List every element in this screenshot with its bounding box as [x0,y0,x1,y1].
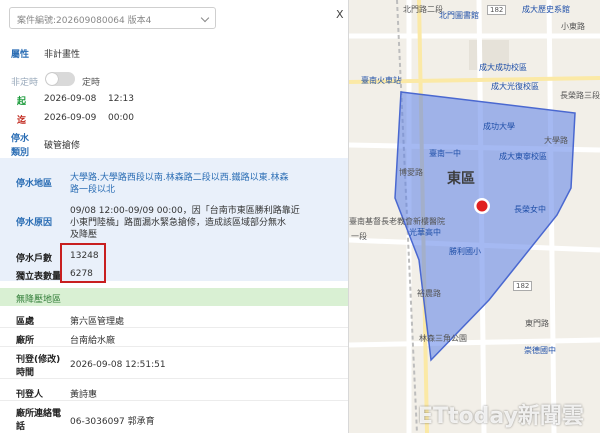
map-label: 成功大學 [483,122,515,131]
map-district-label: 東區 [447,171,475,187]
district-label: 區處 [16,317,35,327]
highlight-box [60,243,106,283]
divider [0,327,348,328]
publish-label-line1: 刊登(修改) [16,355,61,365]
publisher-value: 黃詩惠 [70,390,98,400]
low-pressure-label: 無降壓地區 [16,295,62,305]
divider [0,400,348,401]
map-label: 成大成功校區 [479,63,527,72]
location-marker[interactable] [476,200,488,212]
timing-toggle[interactable] [45,72,75,86]
divider [0,378,348,379]
map-label: 光華高中 [409,228,441,237]
divider [0,346,348,347]
area-label: 停水地區 [16,179,53,189]
map-label: 臺南火車站 [361,76,401,85]
reason-label: 停水原因 [16,218,53,228]
road-number-tag: 182 [513,281,533,291]
map-label: 北門圖書館 [439,11,479,20]
map-label: 大學路 [544,136,568,145]
map-label: 臺南基督長老教會新樓醫院 [349,217,445,226]
map-label: 勝利國小 [449,247,481,256]
map-label: 一段 [351,232,367,241]
low-pressure-section: 無降壓地區 [0,288,348,306]
map-label: 成大歷史系館 [522,5,570,14]
toggle-left-label: 非定時 [11,78,39,88]
map-label: 博愛路 [399,168,423,177]
publish-label-line2: 時間 [16,368,35,378]
case-select-dropdown[interactable]: 案件編號:202609080064 版本4 [9,7,216,29]
district-value: 第六區管理處 [70,317,125,327]
map-label: 裕農路 [417,289,441,298]
start-date: 2026-09-08 [44,94,97,104]
end-label: 迄 [17,116,27,126]
map-label: 臺南一中 [429,149,461,158]
start-label: 起 [17,97,27,107]
outage-detail-panel: 案件編號:202609080064 版本4 X 屬性 非計畫性 非定時 定時 起… [0,0,349,433]
end-date: 2026-09-09 [44,113,97,123]
map-label: 林森三角公園 [419,334,467,343]
watermark-logo: ETtoday新聞雲 [418,404,584,429]
map-label: 成大光復校區 [491,82,539,91]
attr-label: 屬性 [11,50,30,60]
toggle-right-label: 定時 [82,78,101,88]
road-number-tag: 182 [487,5,507,15]
plant-label: 廠所 [16,336,35,346]
type-label-line2: 類別 [11,148,30,158]
start-time: 12:13 [108,94,134,104]
meters-label: 獨立表數量 [16,272,62,282]
publisher-label: 刊登人 [16,390,44,400]
close-button[interactable]: X [336,8,344,21]
reason-value-line2: 小東門陸橋」路面漏水緊急搶修，造成該區域部分無水 [70,218,287,228]
map-view[interactable]: 北門路二段 北門圖書館 小東路 成大歷史系館 成大成功校區 臺南火車站 成大光復… [349,0,600,433]
map-label: 長榮路三段 [560,91,600,100]
area-value-line2: 路一段以北 [70,185,116,195]
phone-label-line2: 話 [16,422,26,432]
phone-value: 06-3036097 郭承育 [70,417,155,427]
type-value: 破管搶修 [44,141,81,151]
map-label: 小東路 [561,22,585,31]
households-label: 停水戶數 [16,254,53,264]
map-label: 北門路二段 [403,5,443,14]
chevron-down-icon [200,13,210,23]
map-label: 長榮女中 [514,205,546,214]
end-time: 00:00 [108,113,134,123]
phone-label-line1: 廠所連絡電 [16,409,62,419]
map-label: 成大東寧校區 [499,152,547,161]
map-label: 崇德國中 [524,346,556,355]
publish-value: 2026-09-08 12:51:51 [70,360,166,370]
attr-value: 非計畫性 [44,50,81,60]
plant-value: 台南給水廠 [70,336,116,346]
reason-value-line3: 及降壓 [70,230,98,240]
map-label: 東門路 [525,319,549,328]
type-label-line1: 停水 [11,134,30,144]
case-select-value: 案件編號:202609080064 版本4 [17,16,152,26]
